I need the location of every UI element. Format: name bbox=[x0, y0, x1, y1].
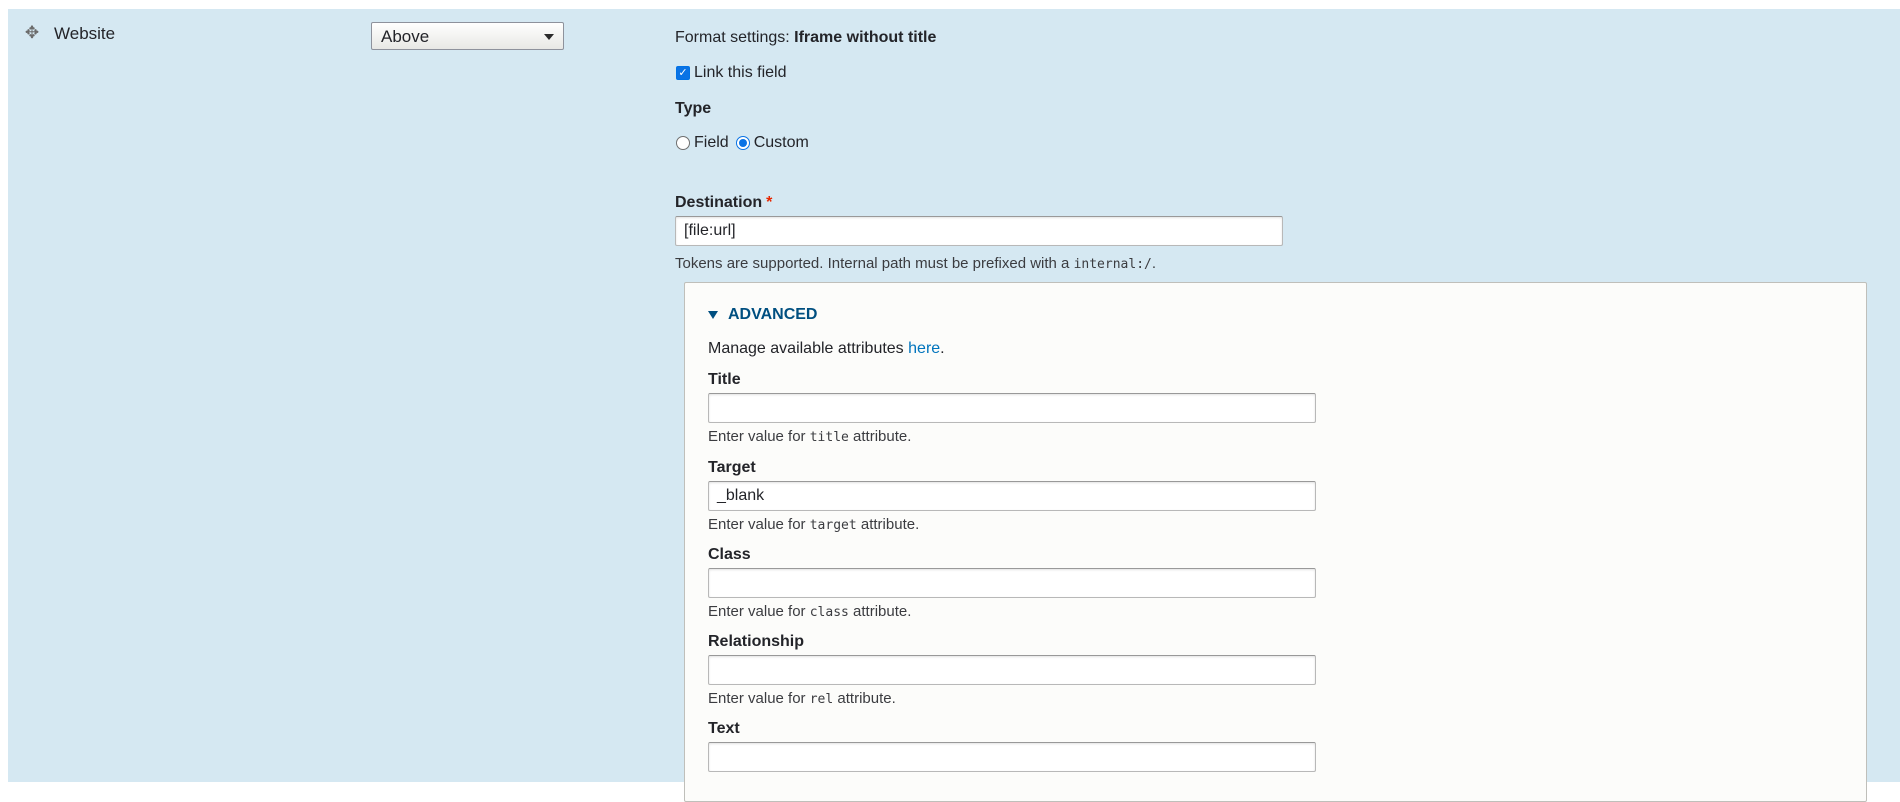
drag-move-icon[interactable]: ✥ bbox=[23, 24, 41, 42]
link-field-label[interactable]: Link this field bbox=[694, 63, 787, 83]
format-settings-title: Format settings: Iframe without title bbox=[675, 28, 936, 48]
destination-description: Tokens are supported. Internal path must… bbox=[675, 255, 1156, 274]
destination-input[interactable]: [file:url] bbox=[675, 216, 1283, 246]
title-desc-code: title bbox=[809, 430, 849, 445]
title-input[interactable] bbox=[708, 393, 1316, 423]
relationship-desc-suffix: attribute. bbox=[837, 690, 896, 707]
destination-label-text: Destination bbox=[675, 194, 763, 211]
label-display-select[interactable]: Above bbox=[371, 22, 564, 50]
advanced-summary-label: ADVANCED bbox=[728, 306, 818, 323]
target-description: Enter value for target attribute. bbox=[708, 516, 919, 535]
destination-desc-suffix: . bbox=[1151, 255, 1157, 272]
manage-attributes-suffix: . bbox=[940, 340, 945, 357]
title-desc-prefix: Enter value for bbox=[708, 428, 806, 445]
label-display-value: Above bbox=[381, 27, 430, 46]
class-desc-suffix: attribute. bbox=[853, 603, 912, 620]
relationship-desc-code: rel bbox=[809, 692, 834, 707]
link-field-checkbox[interactable]: ✓ bbox=[676, 66, 690, 80]
required-marker: * bbox=[766, 194, 773, 211]
target-desc-prefix: Enter value for bbox=[708, 516, 806, 533]
dropdown-arrow-icon bbox=[544, 34, 554, 40]
text-input[interactable] bbox=[708, 742, 1316, 772]
title-description: Enter value for title attribute. bbox=[708, 428, 911, 447]
advanced-details: ADVANCED Manage available attributes her… bbox=[684, 282, 1867, 802]
class-description: Enter value for class attribute. bbox=[708, 603, 911, 622]
triangle-down-icon bbox=[708, 311, 718, 319]
title-label: Title bbox=[708, 371, 741, 388]
relationship-description: Enter value for rel attribute. bbox=[708, 690, 896, 709]
manage-attributes-link[interactable]: here bbox=[908, 340, 940, 357]
field-label: Website bbox=[54, 24, 116, 43]
type-field-radio[interactable] bbox=[676, 136, 690, 150]
type-label: Type bbox=[675, 100, 712, 117]
relationship-desc-prefix: Enter value for bbox=[708, 690, 806, 707]
class-label: Class bbox=[708, 546, 751, 563]
class-desc-prefix: Enter value for bbox=[708, 603, 806, 620]
format-settings-prefix: Format settings: bbox=[675, 29, 790, 46]
title-desc-suffix: attribute. bbox=[853, 428, 912, 445]
link-field-option: ✓ Link this field bbox=[675, 63, 787, 83]
destination-desc-text: Tokens are supported. Internal path must… bbox=[675, 255, 1070, 272]
destination-desc-code: internal:/ bbox=[1073, 257, 1152, 272]
type-custom-radio[interactable] bbox=[735, 136, 750, 150]
text-label: Text bbox=[708, 720, 740, 737]
target-desc-code: target bbox=[809, 518, 857, 533]
destination-label: Destination * bbox=[675, 193, 772, 213]
manage-attributes-prefix: Manage available attributes bbox=[708, 340, 904, 357]
target-input[interactable]: _blank bbox=[708, 481, 1316, 511]
type-radio-group: Field Custom bbox=[675, 133, 815, 153]
target-label: Target bbox=[708, 459, 756, 476]
relationship-input[interactable] bbox=[708, 655, 1316, 685]
advanced-summary[interactable]: ADVANCED bbox=[708, 305, 817, 325]
format-name: Iframe without title bbox=[794, 29, 937, 46]
class-desc-code: class bbox=[809, 605, 849, 620]
manage-attributes-text: Manage available attributes here. bbox=[708, 339, 945, 359]
type-field-label[interactable]: Field bbox=[694, 133, 729, 153]
target-desc-suffix: attribute. bbox=[860, 516, 920, 533]
type-custom-label[interactable]: Custom bbox=[754, 133, 809, 153]
class-input[interactable] bbox=[708, 568, 1316, 598]
relationship-label: Relationship bbox=[708, 633, 805, 650]
